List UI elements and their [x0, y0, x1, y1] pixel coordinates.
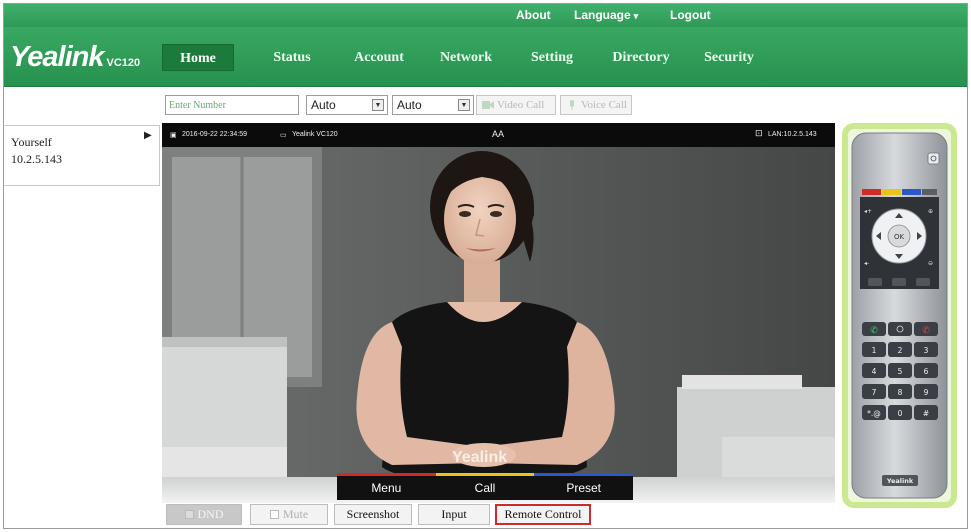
mute-label: Mute — [282, 507, 309, 521]
remote-brand: Yealink — [886, 477, 914, 485]
video-call-label: Video Call — [497, 99, 545, 111]
center-mark: AA — [492, 129, 505, 139]
keypad-key-label: *.@ — [867, 409, 881, 418]
input-button[interactable]: Input — [418, 504, 490, 525]
language-menu[interactable]: Language ▾ — [574, 8, 638, 22]
voice-call-label: Voice Call — [581, 99, 627, 111]
keypad-key[interactable]: 1 — [862, 342, 886, 357]
chevron-down-icon: ▾ — [633, 11, 639, 21]
bandwidth-value: Auto — [397, 98, 422, 112]
mute-key[interactable] — [888, 322, 912, 336]
keypad-key-label: 4 — [872, 367, 877, 376]
remote-control-panel: OK ◂+ ⊕ ◂- ⊖ ✆ ✆ 1 2 3 4 5 6 7 8 9 *.@ 0… — [842, 123, 957, 508]
top-utility-bar: About Language ▾ Logout — [4, 4, 967, 27]
keypad-key-label: 6 — [924, 367, 929, 376]
model-text: VC120 — [106, 57, 141, 69]
dnd-checkbox[interactable] — [184, 510, 194, 519]
remote-control-button[interactable]: Remote Control — [495, 504, 591, 525]
keypad-key[interactable]: 9 — [914, 384, 938, 399]
tab-account[interactable]: Account — [346, 44, 412, 71]
device-name: Yealink VC120 — [292, 131, 338, 138]
dropdown-arrow-icon: ▼ — [372, 99, 384, 111]
keypad-key-label: 7 — [872, 388, 877, 397]
phone-icon: ✆ — [870, 326, 878, 336]
keypad-key[interactable]: 2 — [888, 342, 912, 357]
tab-network[interactable]: Network — [432, 44, 500, 71]
svg-text:◂-: ◂- — [864, 260, 869, 267]
video-status-bar: ▣ 2016-09-22 22:34:59 ▭ Yealink VC120 AA… — [162, 123, 835, 147]
chevron-right-icon[interactable]: ▶ — [144, 130, 152, 141]
call-key[interactable]: ✆ — [862, 322, 886, 336]
video-camera-icon — [482, 101, 494, 109]
mute-button[interactable]: Mute — [250, 504, 328, 525]
contact-ip: 10.2.5.143 — [11, 152, 62, 166]
datetime-text: 2016-09-22 22:34:59 — [182, 131, 247, 138]
about-link[interactable]: About — [516, 8, 551, 22]
camera-watermark: Yealink — [452, 449, 508, 466]
ok-label: OK — [894, 233, 905, 241]
keypad-key-label: 8 — [898, 388, 903, 397]
call-type-value: Auto — [311, 98, 336, 112]
svg-text:⊕: ⊕ — [928, 208, 933, 215]
main-navigation: Yealink VC120 Home Status Account Network… — [4, 27, 967, 87]
keypad-key[interactable]: # — [914, 405, 938, 420]
logo-text: Yealink — [10, 41, 104, 73]
lan-address: LAN:10.2.5.143 — [768, 131, 817, 138]
remote-menu-strip: Menu Call Preset — [337, 473, 634, 500]
dial-toolbar: Auto ▼ Auto ▼ Video Call Voice Call — [162, 93, 632, 117]
keypad-key-label: 2 — [898, 346, 903, 355]
remote-control-image: OK ◂+ ⊕ ◂- ⊖ ✆ ✆ 1 2 34 5 67 8 9*.@ 0 # … — [851, 132, 948, 499]
keypad-key[interactable]: 8 — [888, 384, 912, 399]
keypad-key-label: 3 — [924, 346, 929, 355]
local-contact-panel[interactable]: Yourself 10.2.5.143 ▶ — [4, 125, 160, 186]
menu-option[interactable]: Menu — [337, 473, 436, 500]
tab-home[interactable]: Home — [162, 44, 234, 71]
device-icon: ▭ — [280, 132, 287, 139]
keypad-key[interactable]: 5 — [888, 363, 912, 378]
keypad-key-label: 1 — [872, 346, 877, 355]
keypad-key[interactable]: 0 — [888, 405, 912, 420]
mute-checkbox[interactable] — [269, 510, 279, 519]
keypad-key-label: 5 — [898, 367, 903, 376]
brand-logo: Yealink VC120 — [10, 41, 140, 74]
keypad-key-label: 9 — [924, 388, 929, 397]
bandwidth-select[interactable]: Auto ▼ — [392, 95, 474, 115]
logout-link[interactable]: Logout — [670, 8, 711, 22]
dropdown-arrow-icon: ▼ — [458, 99, 470, 111]
tab-setting[interactable]: Setting — [522, 44, 582, 71]
ok-button[interactable]: OK — [887, 224, 911, 248]
keypad-key-label: # — [923, 409, 929, 418]
power-icon[interactable] — [927, 152, 940, 165]
keypad-key-label: 0 — [898, 409, 903, 418]
number-input[interactable] — [165, 95, 299, 115]
network-icon: ⊡ — [755, 128, 763, 138]
calendar-icon: ▣ — [170, 132, 177, 139]
voice-call-button[interactable]: Voice Call — [560, 95, 632, 115]
svg-text:⊖: ⊖ — [928, 260, 933, 267]
tab-security[interactable]: Security — [696, 44, 762, 71]
tab-status[interactable]: Status — [262, 44, 322, 71]
hangup-key[interactable]: ✆ — [914, 322, 938, 336]
screenshot-button[interactable]: Screenshot — [334, 504, 412, 525]
video-call-button[interactable]: Video Call — [476, 95, 556, 115]
keypad-key[interactable]: 3 — [914, 342, 938, 357]
video-preview: ▣ 2016-09-22 22:34:59 ▭ Yealink VC120 AA… — [162, 123, 835, 503]
keypad-key[interactable]: 6 — [914, 363, 938, 378]
svg-text:◂+: ◂+ — [864, 208, 872, 215]
dnd-button[interactable]: DND — [166, 504, 242, 525]
keypad-key[interactable]: *.@ — [862, 405, 886, 420]
dnd-label: DND — [197, 507, 224, 521]
tab-directory[interactable]: Directory — [604, 44, 678, 71]
call-type-select[interactable]: Auto ▼ — [306, 95, 388, 115]
preset-option[interactable]: Preset — [534, 473, 634, 500]
microphone-icon — [570, 100, 574, 110]
contact-name: Yourself — [11, 135, 52, 149]
keypad-key[interactable]: 4 — [862, 363, 886, 378]
keypad-key[interactable]: 7 — [862, 384, 886, 399]
call-option[interactable]: Call — [435, 473, 535, 500]
hangup-icon: ✆ — [922, 326, 930, 336]
language-label: Language — [574, 8, 631, 22]
browser-page: About Language ▾ Logout Yealink VC120 Home… — [3, 3, 968, 529]
